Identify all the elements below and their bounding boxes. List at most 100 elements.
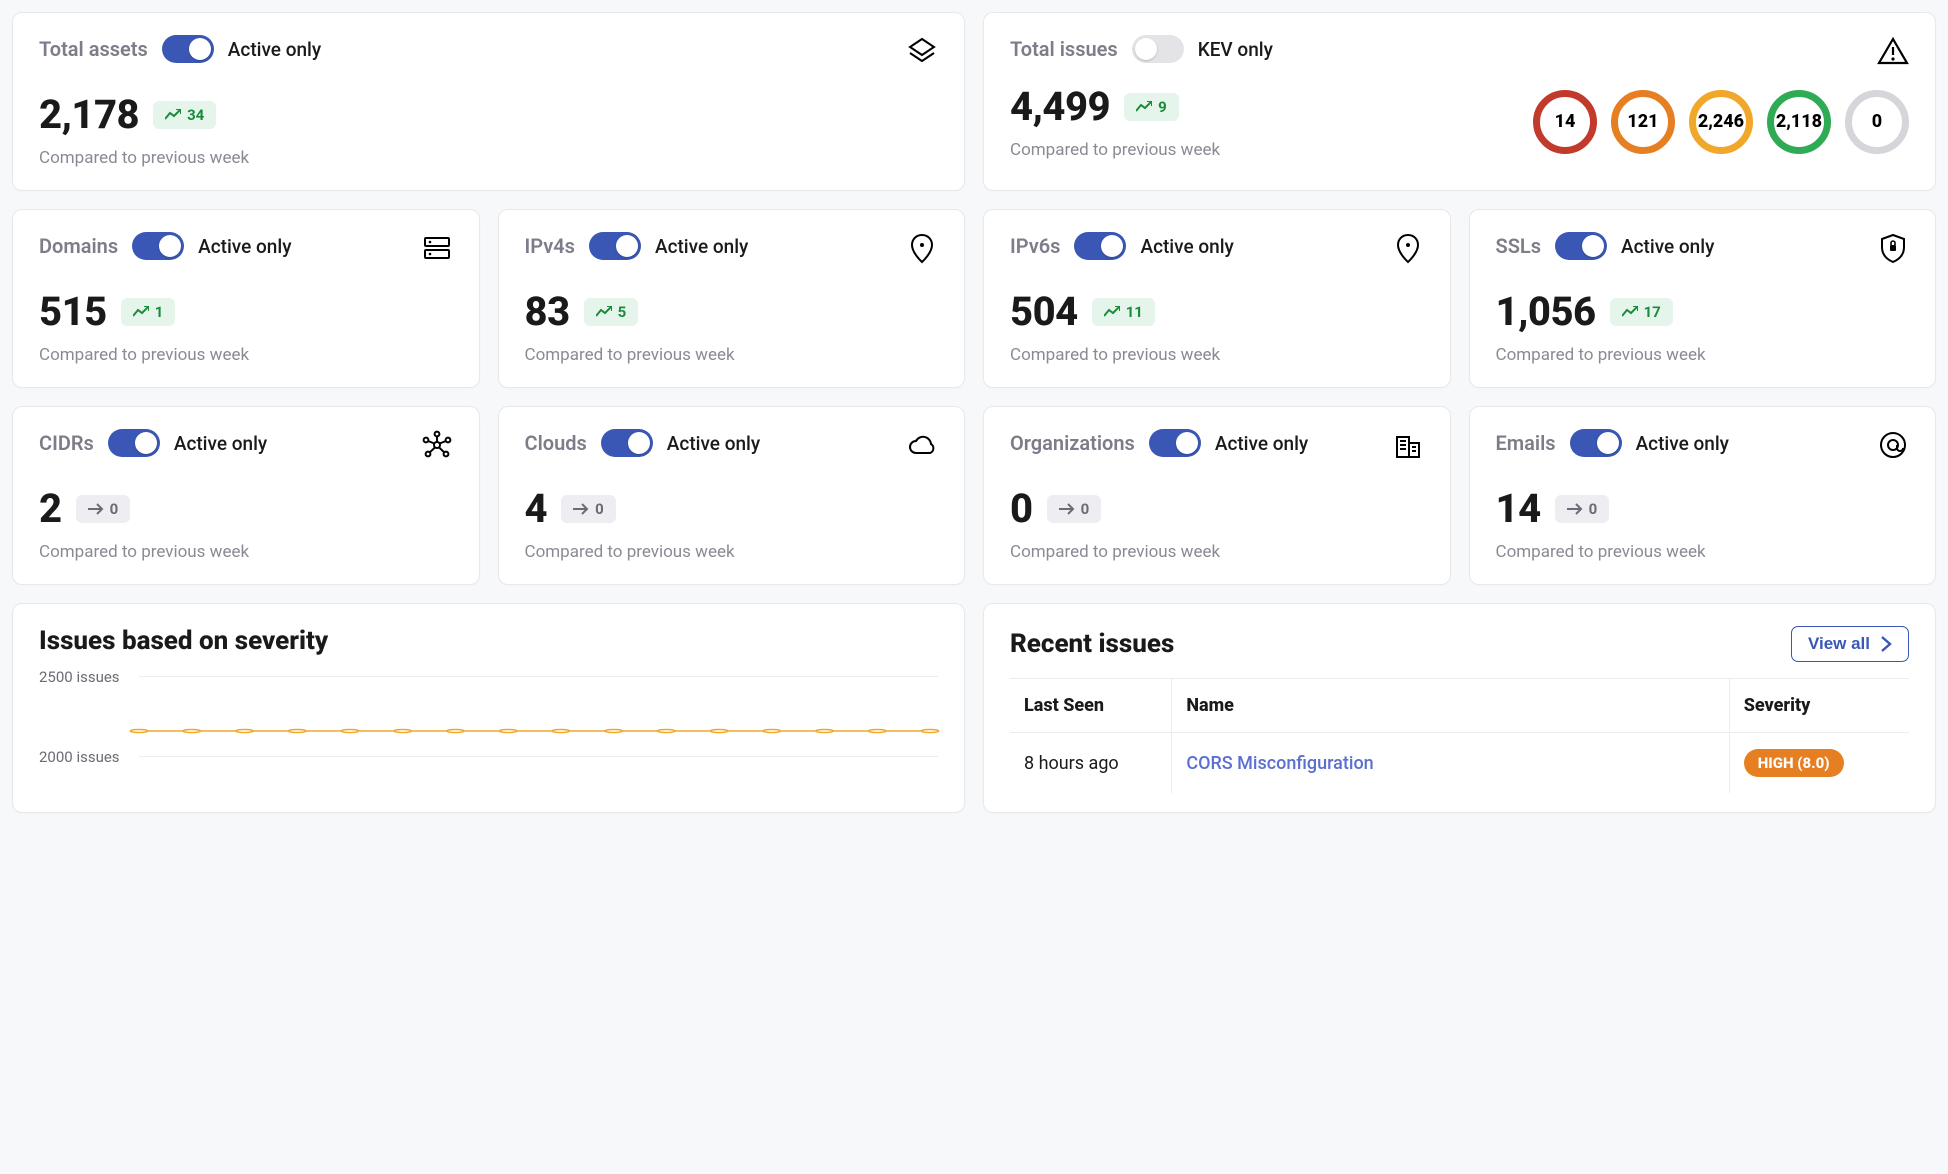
stat-title: Clouds: [525, 431, 587, 455]
stat-trend: 5: [584, 298, 639, 326]
stat-value: 504: [1010, 288, 1078, 335]
at-icon: [1877, 429, 1909, 461]
total-assets-card: Total assets Active only 2,178 34 Compar…: [12, 12, 965, 191]
total-issues-compared: Compared to previous week: [1010, 140, 1220, 160]
stat-trend-value: 0: [1081, 500, 1090, 518]
stat-compared: Compared to previous week: [525, 542, 939, 562]
stat-title: Emails: [1496, 431, 1556, 455]
network-icon: [421, 429, 453, 461]
stat-title: Domains: [39, 234, 118, 258]
trend-up-icon: [1136, 101, 1152, 113]
stat-title: CIDRs: [39, 431, 94, 455]
total-assets-trend-value: 34: [187, 106, 204, 124]
stat-trend-value: 17: [1644, 303, 1661, 321]
total-issues-title: Total issues: [1010, 37, 1118, 61]
stat-toggle-label: Active only: [198, 235, 291, 258]
trend-up-icon: [133, 306, 149, 318]
stat-card-ipv4s: IPv4s Active only 83 5 Compared to previ…: [498, 209, 966, 388]
stat-active-toggle[interactable]: [1570, 429, 1622, 457]
col-name: Name: [1172, 679, 1729, 733]
recent-issues-table: Last Seen Name Severity 8 hours ago CORS…: [1010, 678, 1909, 793]
severity-chart-title: Issues based on severity: [39, 626, 938, 656]
ytick-0: 2500 issues: [39, 668, 120, 686]
issue-link[interactable]: CORS Misconfiguration: [1186, 753, 1373, 774]
severity-chart: 2500 issues 2000 issues: [39, 676, 938, 786]
stat-toggle-label: Active only: [1636, 432, 1729, 455]
stat-value: 1,056: [1496, 288, 1596, 335]
total-issues-value: 4,499: [1010, 83, 1110, 130]
arrow-right-icon: [1059, 503, 1075, 515]
total-assets-value: 2,178: [39, 91, 139, 138]
stat-card-cidrs: CIDRs Active only 2 0 Compared to previo…: [12, 406, 480, 585]
severity-ring-info[interactable]: 0: [1845, 90, 1909, 154]
stat-card-organizations: Organizations Active only 0 0 Compared t…: [983, 406, 1451, 585]
stat-compared: Compared to previous week: [525, 345, 939, 365]
alert-icon: [1877, 35, 1909, 67]
stat-compared: Compared to previous week: [39, 345, 453, 365]
stat-title: Organizations: [1010, 431, 1135, 455]
total-assets-toggle-label: Active only: [228, 38, 321, 61]
stat-active-toggle[interactable]: [1555, 232, 1607, 260]
stat-trend: 0: [1047, 495, 1102, 523]
stat-compared: Compared to previous week: [39, 542, 453, 562]
severity-ring-medium[interactable]: 2,246: [1689, 90, 1753, 154]
col-last-seen: Last Seen: [1010, 679, 1172, 733]
stat-card-clouds: Clouds Active only 4 0 Compared to previ…: [498, 406, 966, 585]
table-row[interactable]: 8 hours ago CORS Misconfiguration HIGH (…: [1010, 733, 1909, 794]
layers-icon: [906, 35, 938, 67]
stat-trend-value: 0: [595, 500, 604, 518]
stat-active-toggle[interactable]: [589, 232, 641, 260]
stat-active-toggle[interactable]: [132, 232, 184, 260]
stat-title: IPv6s: [1010, 234, 1060, 258]
stat-trend-value: 0: [1589, 500, 1598, 518]
server-icon: [421, 232, 453, 264]
ytick-1: 2000 issues: [39, 748, 120, 766]
total-assets-active-toggle[interactable]: [162, 35, 214, 63]
total-issues-kev-toggle[interactable]: [1132, 35, 1184, 63]
total-assets-trend: 34: [153, 101, 216, 129]
org-icon: [1392, 429, 1424, 461]
arrow-right-icon: [573, 503, 589, 515]
chevron-right-icon: [1880, 635, 1892, 653]
stat-active-toggle[interactable]: [108, 429, 160, 457]
trend-up-icon: [1622, 306, 1638, 318]
severity-chart-card: Issues based on severity 2500 issues 200…: [12, 603, 965, 813]
stat-trend: 0: [1555, 495, 1610, 523]
stat-toggle-label: Active only: [655, 235, 748, 258]
pin-icon: [906, 232, 938, 264]
stat-trend: 0: [561, 495, 616, 523]
cell-last-seen: 8 hours ago: [1010, 733, 1172, 794]
stat-toggle-label: Active only: [1621, 235, 1714, 258]
stat-compared: Compared to previous week: [1496, 542, 1910, 562]
stat-value: 0: [1010, 485, 1033, 532]
pin-icon: [1392, 232, 1424, 264]
trend-up-icon: [165, 109, 181, 121]
stat-title: SSLs: [1496, 234, 1542, 258]
stat-card-emails: Emails Active only 14 0 Compared to prev…: [1469, 406, 1937, 585]
stat-compared: Compared to previous week: [1010, 542, 1424, 562]
shield-icon: [1877, 232, 1909, 264]
severity-badge: HIGH (8.0): [1744, 749, 1844, 777]
stat-title: IPv4s: [525, 234, 575, 258]
total-issues-card: Total issues KEV only 4,499 9 Compared t…: [983, 12, 1936, 191]
stat-active-toggle[interactable]: [1074, 232, 1126, 260]
cloud-icon: [906, 429, 938, 461]
severity-ring-high[interactable]: 121: [1611, 90, 1675, 154]
view-all-button[interactable]: View all: [1791, 626, 1909, 662]
stat-value: 14: [1496, 485, 1541, 532]
stat-toggle-label: Active only: [1215, 432, 1308, 455]
severity-ring-low[interactable]: 2,118: [1767, 90, 1831, 154]
stat-value: 515: [39, 288, 107, 335]
stat-value: 2: [39, 485, 62, 532]
arrow-right-icon: [1567, 503, 1583, 515]
total-issues-trend: 9: [1124, 93, 1179, 121]
stat-active-toggle[interactable]: [601, 429, 653, 457]
stat-value: 4: [525, 485, 548, 532]
stat-compared: Compared to previous week: [1496, 345, 1910, 365]
severity-ring-critical[interactable]: 14: [1533, 90, 1597, 154]
total-assets-title: Total assets: [39, 37, 148, 61]
stat-trend-value: 11: [1126, 303, 1143, 321]
stat-active-toggle[interactable]: [1149, 429, 1201, 457]
col-severity: Severity: [1729, 679, 1909, 733]
stat-toggle-label: Active only: [174, 432, 267, 455]
